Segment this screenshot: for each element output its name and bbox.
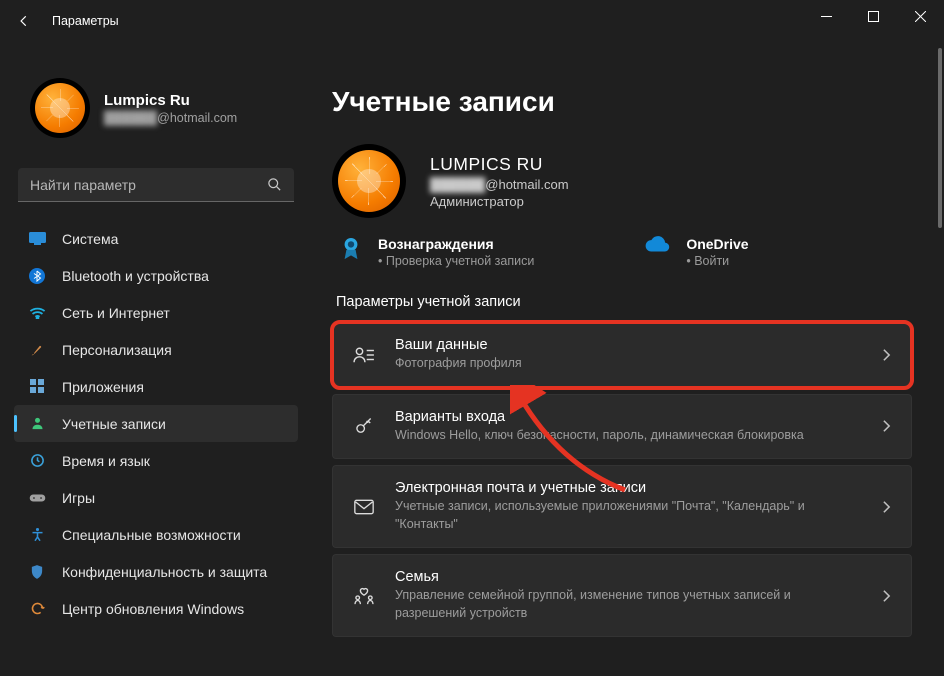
chevron-right-icon <box>882 500 891 514</box>
scrollbar[interactable] <box>938 48 942 228</box>
monitor-icon <box>28 230 46 248</box>
user-email: ██████@hotmail.com <box>104 111 237 125</box>
window-controls <box>803 0 944 36</box>
sidebar-item-label: Учетные записи <box>62 416 166 432</box>
apps-icon <box>28 378 46 396</box>
card-title: Ваши данные <box>395 337 862 353</box>
card-email-accounts[interactable]: Электронная почта и учетные записи Учетн… <box>332 465 912 548</box>
card-your-info[interactable]: Ваши данные Фотография профиля <box>332 322 912 388</box>
user-card[interactable]: Lumpics Ru ██████@hotmail.com <box>14 42 298 158</box>
nav-list: Система Bluetooth и устройства Сеть и Ин… <box>14 220 298 627</box>
sidebar-item-privacy[interactable]: Конфиденциальность и защита <box>14 553 298 590</box>
page-title: Учетные записи <box>332 86 912 118</box>
search-input[interactable] <box>30 177 267 193</box>
card-title: Семья <box>395 569 862 585</box>
brush-icon <box>28 341 46 359</box>
minimize-button[interactable] <box>803 0 850 33</box>
account-role: Администратор <box>430 194 569 209</box>
card-signin-options[interactable]: Варианты входа Windows Hello, ключ безоп… <box>332 394 912 460</box>
sidebar-item-label: Время и язык <box>62 453 150 469</box>
maximize-button[interactable] <box>850 0 897 33</box>
family-icon <box>353 587 375 605</box>
account-header: LUMPICS RU ██████@hotmail.com Администра… <box>332 144 912 218</box>
chevron-right-icon <box>882 419 891 433</box>
gamepad-icon <box>28 489 46 507</box>
account-name: LUMPICS RU <box>430 154 569 175</box>
sidebar-item-bluetooth[interactable]: Bluetooth и устройства <box>14 257 298 294</box>
wifi-icon <box>28 304 46 322</box>
tile-sub: Войти <box>686 254 748 268</box>
main-content: Учетные записи LUMPICS RU ██████@hotmail… <box>312 42 944 676</box>
sidebar-item-accounts[interactable]: Учетные записи <box>14 405 298 442</box>
sidebar-item-label: Специальные возможности <box>62 527 241 543</box>
bluetooth-icon <box>28 267 46 285</box>
close-button[interactable] <box>897 0 944 33</box>
user-name: Lumpics Ru <box>104 92 237 109</box>
profile-icon <box>353 346 375 364</box>
sidebar-item-label: Сеть и Интернет <box>62 305 170 321</box>
sidebar: Lumpics Ru ██████@hotmail.com Система Bl… <box>0 42 312 676</box>
tile-label: Вознаграждения <box>378 236 534 252</box>
sidebar-item-label: Игры <box>62 490 95 506</box>
avatar <box>30 78 90 138</box>
card-desc: Фотография профиля <box>395 355 862 373</box>
onedrive-tile[interactable]: OneDrive Войти <box>644 236 748 268</box>
account-email: ██████@hotmail.com <box>430 177 569 192</box>
card-desc: Windows Hello, ключ безопасности, пароль… <box>395 427 862 445</box>
shield-icon <box>28 563 46 581</box>
chevron-right-icon <box>882 348 891 362</box>
sidebar-item-accessibility[interactable]: Специальные возможности <box>14 516 298 553</box>
person-icon <box>28 415 46 433</box>
sidebar-item-label: Конфиденциальность и защита <box>62 564 267 580</box>
accessibility-icon <box>28 526 46 544</box>
search-icon <box>267 177 282 192</box>
window-title: Параметры <box>52 14 119 28</box>
back-button[interactable] <box>6 3 42 39</box>
sidebar-item-personalization[interactable]: Персонализация <box>14 331 298 368</box>
card-title: Электронная почта и учетные записи <box>395 480 862 496</box>
key-icon <box>353 416 375 436</box>
card-desc: Управление семейной группой, изменение т… <box>395 587 862 622</box>
sidebar-item-time[interactable]: Время и язык <box>14 442 298 479</box>
sidebar-item-apps[interactable]: Приложения <box>14 368 298 405</box>
clock-icon <box>28 452 46 470</box>
chevron-right-icon <box>882 589 891 603</box>
tile-sub: Проверка учетной записи <box>378 254 534 268</box>
card-family[interactable]: Семья Управление семейной группой, измен… <box>332 554 912 637</box>
tile-label: OneDrive <box>686 236 748 252</box>
sidebar-item-gaming[interactable]: Игры <box>14 479 298 516</box>
sidebar-item-label: Приложения <box>62 379 144 395</box>
avatar-large[interactable] <box>332 144 406 218</box>
card-desc: Учетные записи, используемые приложениям… <box>395 498 862 533</box>
sidebar-item-update[interactable]: Центр обновления Windows <box>14 590 298 627</box>
sidebar-item-label: Bluetooth и устройства <box>62 268 209 284</box>
section-title: Параметры учетной записи <box>336 294 912 310</box>
rewards-icon <box>340 236 362 262</box>
sidebar-item-network[interactable]: Сеть и Интернет <box>14 294 298 331</box>
rewards-tile[interactable]: Вознаграждения Проверка учетной записи <box>340 236 534 268</box>
sidebar-item-label: Центр обновления Windows <box>62 601 244 617</box>
cloud-icon <box>644 236 670 254</box>
sidebar-item-label: Персонализация <box>62 342 172 358</box>
sidebar-item-system[interactable]: Система <box>14 220 298 257</box>
account-tiles: Вознаграждения Проверка учетной записи O… <box>340 236 912 268</box>
card-title: Варианты входа <box>395 409 862 425</box>
mail-icon <box>353 499 375 515</box>
sync-icon <box>28 600 46 618</box>
search-box[interactable] <box>18 168 294 202</box>
sidebar-item-label: Система <box>62 231 118 247</box>
